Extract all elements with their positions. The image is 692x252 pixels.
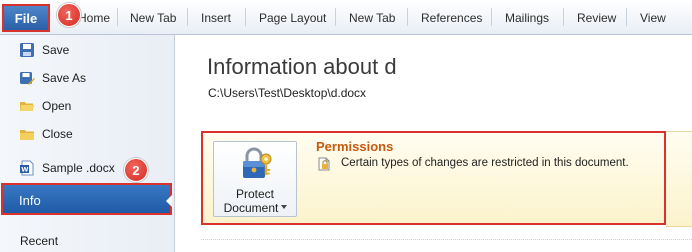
step-badge-1-number: 1 bbox=[65, 7, 73, 23]
file-tab-label: File bbox=[14, 10, 38, 26]
close-folder-icon bbox=[18, 126, 35, 143]
tab-new-tab-2[interactable]: New Tab bbox=[349, 11, 395, 25]
permissions-description: Certain types of changes are restricted … bbox=[341, 157, 629, 169]
menu-item-info-label: Info bbox=[19, 193, 41, 208]
tab-insert[interactable]: Insert bbox=[201, 11, 231, 25]
menu-item-save-as-label: Save As bbox=[42, 71, 87, 85]
permissions-panel-extension bbox=[666, 131, 692, 227]
tab-view[interactable]: View bbox=[640, 11, 666, 25]
protect-document-label-line1: Protect bbox=[235, 187, 274, 201]
section-divider bbox=[201, 239, 692, 241]
menu-item-info[interactable]: Info bbox=[1, 183, 172, 215]
document-path: C:\Users\Test\Desktop\d.docx bbox=[208, 86, 367, 100]
tab-separator bbox=[117, 8, 118, 26]
menu-item-recent-document-label: Sample .docx bbox=[42, 161, 115, 175]
menu-item-open[interactable]: Open bbox=[0, 94, 174, 118]
tab-separator bbox=[491, 8, 492, 26]
step-badge-2: 2 bbox=[124, 158, 148, 182]
dropdown-arrow-icon bbox=[281, 205, 287, 209]
open-folder-icon bbox=[18, 98, 35, 115]
tab-mailings[interactable]: Mailings bbox=[505, 11, 549, 25]
menu-item-save[interactable]: Save bbox=[0, 38, 174, 62]
word-document-icon: W bbox=[18, 160, 35, 177]
protect-document-button[interactable]: Protect Document bbox=[213, 141, 297, 217]
menu-item-recent[interactable]: Recent bbox=[20, 234, 58, 248]
menu-item-save-label: Save bbox=[42, 43, 70, 57]
document-restricted-icon bbox=[318, 157, 330, 171]
tab-separator bbox=[335, 8, 336, 26]
tab-separator bbox=[626, 8, 627, 26]
file-tab[interactable]: File bbox=[2, 4, 50, 32]
menu-item-close[interactable]: Close bbox=[0, 122, 174, 146]
protect-document-label-line2: Document bbox=[223, 201, 279, 215]
tab-separator bbox=[245, 8, 246, 26]
tab-separator bbox=[187, 8, 188, 26]
menu-item-save-as[interactable]: Save As bbox=[0, 66, 174, 90]
menu-item-open-label: Open bbox=[42, 99, 72, 113]
tab-references[interactable]: References bbox=[421, 11, 482, 25]
tab-separator bbox=[407, 8, 408, 26]
svg-text:W: W bbox=[21, 166, 28, 174]
menu-item-close-label: Close bbox=[42, 127, 73, 141]
step-badge-2-number: 2 bbox=[132, 162, 140, 178]
ribbon-tab-bar: File Home New Tab Insert Page Layout New… bbox=[0, 0, 692, 35]
tab-home[interactable]: Home bbox=[78, 11, 110, 25]
permissions-heading: Permissions bbox=[316, 139, 394, 154]
lock-key-icon bbox=[243, 147, 272, 178]
save-icon bbox=[18, 42, 35, 59]
tab-new-tab-1[interactable]: New Tab bbox=[130, 11, 176, 25]
permissions-panel: Protect Document Permissions Certain typ… bbox=[201, 131, 666, 225]
page-title: Information about d bbox=[207, 54, 397, 79]
tab-review[interactable]: Review bbox=[577, 11, 616, 25]
tab-page-layout[interactable]: Page Layout bbox=[259, 11, 326, 25]
save-as-icon bbox=[18, 70, 35, 87]
selection-arrow-icon bbox=[166, 195, 172, 207]
tab-separator bbox=[563, 8, 564, 26]
step-badge-1: 1 bbox=[57, 3, 81, 27]
